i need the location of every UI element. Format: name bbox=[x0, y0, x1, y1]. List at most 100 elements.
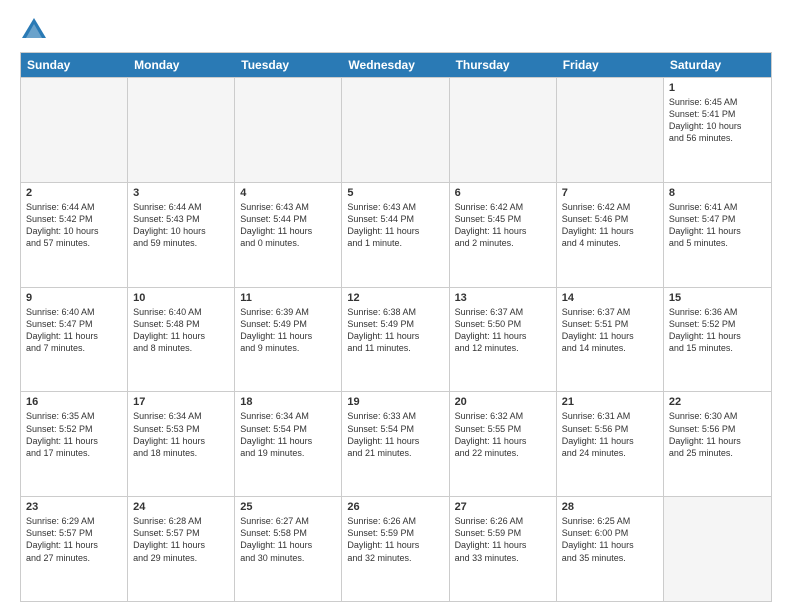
day-cell: 18 Sunrise: 6:34 AM Sunset: 5:54 PM Dayli… bbox=[235, 392, 342, 496]
day-cell: 10 Sunrise: 6:40 AM Sunset: 5:48 PM Dayli… bbox=[128, 288, 235, 392]
day-info: Sunrise: 6:37 AM Sunset: 5:50 PM Dayligh… bbox=[455, 306, 551, 355]
day-cell: 2 Sunrise: 6:44 AM Sunset: 5:42 PM Daylig… bbox=[21, 183, 128, 287]
day-cell: 4 Sunrise: 6:43 AM Sunset: 5:44 PM Daylig… bbox=[235, 183, 342, 287]
day-cell: 3Sunrise: 6:44 AM Sunset: 5:43 PM Daylig… bbox=[128, 183, 235, 287]
day-info: Sunrise: 6:43 AM Sunset: 5:44 PM Dayligh… bbox=[347, 201, 443, 250]
day-cell: 23 Sunrise: 6:29 AM Sunset: 5:57 PM Dayli… bbox=[21, 497, 128, 601]
day-cell: 22 Sunrise: 6:30 AM Sunset: 5:56 PM Dayli… bbox=[664, 392, 771, 496]
day-cell: 11Sunrise: 6:39 AM Sunset: 5:49 PM Dayli… bbox=[235, 288, 342, 392]
day-number: 16 bbox=[26, 396, 122, 408]
day-cell: 16 Sunrise: 6:35 AM Sunset: 5:52 PM Dayli… bbox=[21, 392, 128, 496]
day-header: Thursday bbox=[450, 53, 557, 77]
calendar-page: SundayMondayTuesdayWednesdayThursdayFrid… bbox=[0, 0, 792, 612]
day-cell: 25Sunrise: 6:27 AM Sunset: 5:58 PM Dayli… bbox=[235, 497, 342, 601]
day-info: Sunrise: 6:25 AM Sunset: 6:00 PM Dayligh… bbox=[562, 515, 658, 564]
day-header: Friday bbox=[557, 53, 664, 77]
day-number: 21 bbox=[562, 396, 658, 408]
day-header: Sunday bbox=[21, 53, 128, 77]
day-header: Wednesday bbox=[342, 53, 449, 77]
day-info: Sunrise: 6:31 AM Sunset: 5:56 PM Dayligh… bbox=[562, 410, 658, 459]
day-number: 15 bbox=[669, 292, 766, 304]
day-number: 22 bbox=[669, 396, 766, 408]
day-number: 17 bbox=[133, 396, 229, 408]
day-info: Sunrise: 6:45 AM Sunset: 5:41 PM Dayligh… bbox=[669, 96, 766, 145]
day-number: 9 bbox=[26, 292, 122, 304]
day-cell: 13 Sunrise: 6:37 AM Sunset: 5:50 PM Dayli… bbox=[450, 288, 557, 392]
day-info: Sunrise: 6:26 AM Sunset: 5:59 PM Dayligh… bbox=[347, 515, 443, 564]
day-cell: 6 Sunrise: 6:42 AM Sunset: 5:45 PM Daylig… bbox=[450, 183, 557, 287]
day-info: Sunrise: 6:40 AM Sunset: 5:47 PM Dayligh… bbox=[26, 306, 122, 355]
day-cell: 15 Sunrise: 6:36 AM Sunset: 5:52 PM Dayli… bbox=[664, 288, 771, 392]
day-number: 13 bbox=[455, 292, 551, 304]
day-info: Sunrise: 6:43 AM Sunset: 5:44 PM Dayligh… bbox=[240, 201, 336, 250]
day-info: Sunrise: 6:40 AM Sunset: 5:48 PM Dayligh… bbox=[133, 306, 229, 355]
day-number: 24 bbox=[133, 501, 229, 513]
logo bbox=[20, 16, 52, 44]
day-number: 18 bbox=[240, 396, 336, 408]
day-info: Sunrise: 6:42 AM Sunset: 5:46 PM Dayligh… bbox=[562, 201, 658, 250]
day-cell: 24 Sunrise: 6:28 AM Sunset: 5:57 PM Dayli… bbox=[128, 497, 235, 601]
day-headers: SundayMondayTuesdayWednesdayThursdayFrid… bbox=[21, 53, 771, 77]
day-info: Sunrise: 6:35 AM Sunset: 5:52 PM Dayligh… bbox=[26, 410, 122, 459]
day-cell bbox=[342, 78, 449, 182]
day-info: Sunrise: 6:42 AM Sunset: 5:45 PM Dayligh… bbox=[455, 201, 551, 250]
day-number: 26 bbox=[347, 501, 443, 513]
day-info: Sunrise: 6:32 AM Sunset: 5:55 PM Dayligh… bbox=[455, 410, 551, 459]
day-info: Sunrise: 6:37 AM Sunset: 5:51 PM Dayligh… bbox=[562, 306, 658, 355]
week-row: 1 Sunrise: 6:45 AM Sunset: 5:41 PM Daylig… bbox=[21, 77, 771, 182]
day-number: 5 bbox=[347, 187, 443, 199]
day-cell: 20 Sunrise: 6:32 AM Sunset: 5:55 PM Dayli… bbox=[450, 392, 557, 496]
day-header: Monday bbox=[128, 53, 235, 77]
day-number: 2 bbox=[26, 187, 122, 199]
header bbox=[20, 16, 772, 44]
day-number: 28 bbox=[562, 501, 658, 513]
day-number: 25 bbox=[240, 501, 336, 513]
day-cell: 28 Sunrise: 6:25 AM Sunset: 6:00 PM Dayli… bbox=[557, 497, 664, 601]
day-info: Sunrise: 6:34 AM Sunset: 5:53 PM Dayligh… bbox=[133, 410, 229, 459]
day-number: 19 bbox=[347, 396, 443, 408]
day-header: Saturday bbox=[664, 53, 771, 77]
week-row: 16 Sunrise: 6:35 AM Sunset: 5:52 PM Dayli… bbox=[21, 391, 771, 496]
day-cell: 14 Sunrise: 6:37 AM Sunset: 5:51 PM Dayli… bbox=[557, 288, 664, 392]
day-info: Sunrise: 6:30 AM Sunset: 5:56 PM Dayligh… bbox=[669, 410, 766, 459]
week-row: 2 Sunrise: 6:44 AM Sunset: 5:42 PM Daylig… bbox=[21, 182, 771, 287]
day-number: 4 bbox=[240, 187, 336, 199]
day-info: Sunrise: 6:41 AM Sunset: 5:47 PM Dayligh… bbox=[669, 201, 766, 250]
day-info: Sunrise: 6:26 AM Sunset: 5:59 PM Dayligh… bbox=[455, 515, 551, 564]
day-cell: 8Sunrise: 6:41 AM Sunset: 5:47 PM Daylig… bbox=[664, 183, 771, 287]
day-info: Sunrise: 6:36 AM Sunset: 5:52 PM Dayligh… bbox=[669, 306, 766, 355]
day-info: Sunrise: 6:29 AM Sunset: 5:57 PM Dayligh… bbox=[26, 515, 122, 564]
day-info: Sunrise: 6:44 AM Sunset: 5:42 PM Dayligh… bbox=[26, 201, 122, 250]
day-number: 7 bbox=[562, 187, 658, 199]
day-number: 23 bbox=[26, 501, 122, 513]
day-number: 20 bbox=[455, 396, 551, 408]
week-row: 9 Sunrise: 6:40 AM Sunset: 5:47 PM Daylig… bbox=[21, 287, 771, 392]
day-cell: 12 Sunrise: 6:38 AM Sunset: 5:49 PM Dayli… bbox=[342, 288, 449, 392]
day-cell bbox=[21, 78, 128, 182]
day-info: Sunrise: 6:34 AM Sunset: 5:54 PM Dayligh… bbox=[240, 410, 336, 459]
day-cell: 5 Sunrise: 6:43 AM Sunset: 5:44 PM Daylig… bbox=[342, 183, 449, 287]
day-number: 12 bbox=[347, 292, 443, 304]
logo-icon bbox=[20, 16, 48, 44]
day-cell: 9 Sunrise: 6:40 AM Sunset: 5:47 PM Daylig… bbox=[21, 288, 128, 392]
day-info: Sunrise: 6:39 AM Sunset: 5:49 PM Dayligh… bbox=[240, 306, 336, 355]
day-number: 10 bbox=[133, 292, 229, 304]
day-cell: 19Sunrise: 6:33 AM Sunset: 5:54 PM Dayli… bbox=[342, 392, 449, 496]
day-cell: 21 Sunrise: 6:31 AM Sunset: 5:56 PM Dayli… bbox=[557, 392, 664, 496]
day-number: 14 bbox=[562, 292, 658, 304]
calendar: SundayMondayTuesdayWednesdayThursdayFrid… bbox=[20, 52, 772, 602]
day-cell bbox=[235, 78, 342, 182]
day-cell: 7 Sunrise: 6:42 AM Sunset: 5:46 PM Daylig… bbox=[557, 183, 664, 287]
day-cell: 17 Sunrise: 6:34 AM Sunset: 5:53 PM Dayli… bbox=[128, 392, 235, 496]
day-cell bbox=[450, 78, 557, 182]
day-info: Sunrise: 6:28 AM Sunset: 5:57 PM Dayligh… bbox=[133, 515, 229, 564]
weeks: 1 Sunrise: 6:45 AM Sunset: 5:41 PM Daylig… bbox=[21, 77, 771, 601]
day-number: 1 bbox=[669, 82, 766, 94]
day-cell bbox=[664, 497, 771, 601]
day-number: 6 bbox=[455, 187, 551, 199]
day-cell bbox=[557, 78, 664, 182]
day-cell: 1 Sunrise: 6:45 AM Sunset: 5:41 PM Daylig… bbox=[664, 78, 771, 182]
day-info: Sunrise: 6:44 AM Sunset: 5:43 PM Dayligh… bbox=[133, 201, 229, 250]
day-header: Tuesday bbox=[235, 53, 342, 77]
day-info: Sunrise: 6:38 AM Sunset: 5:49 PM Dayligh… bbox=[347, 306, 443, 355]
